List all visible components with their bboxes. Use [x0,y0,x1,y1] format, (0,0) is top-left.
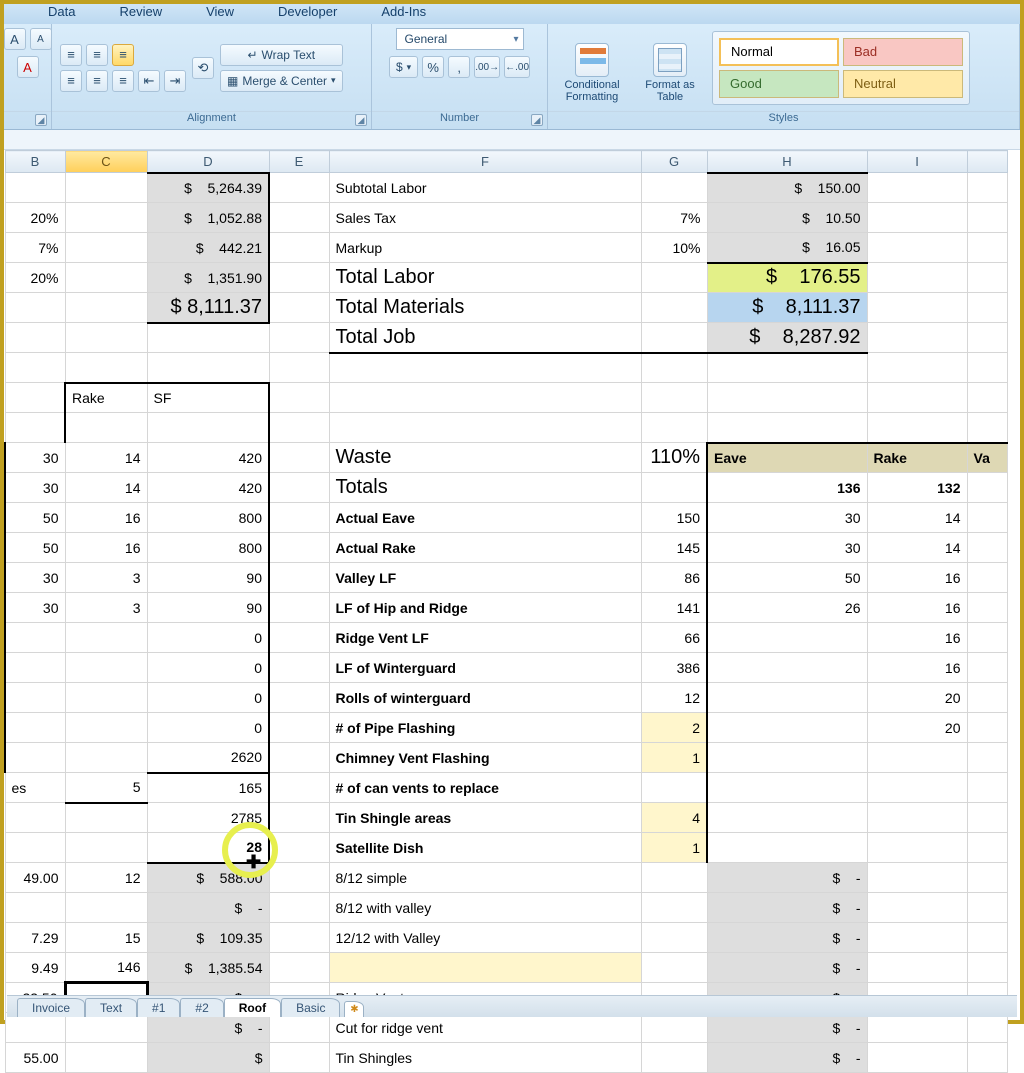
column-header-H[interactable]: H [707,151,867,173]
conditional-formatting-button[interactable]: Conditional Formatting [556,32,628,104]
menu-bar: Data Review View Developer Add-Ins [4,4,1020,24]
style-bad[interactable]: Bad [843,38,963,66]
sheet-tab-roof[interactable]: Roof [224,998,281,1017]
style-neutral[interactable]: Neutral [843,70,963,98]
align-right-button[interactable]: ≡ [112,70,134,92]
chevron-down-icon: ▾ [513,34,518,45]
group-label-alignment: Alignment [187,112,236,124]
group-label-styles: Styles [769,112,799,124]
merge-center-button[interactable]: ▦Merge & Center▾ [220,70,343,92]
sheet-tab-invoice[interactable]: Invoice [17,998,85,1017]
align-center-button[interactable]: ≡ [86,70,108,92]
menu-addins[interactable]: Add-Ins [381,4,426,24]
shrink-font-button[interactable]: A [30,28,52,50]
column-header-F[interactable]: F [329,151,641,173]
menu-review[interactable]: Review [119,4,162,24]
grow-font-button[interactable]: A [4,28,26,50]
sheet-tab-bar: InvoiceText#1#2RoofBasic [7,995,1017,1017]
wrap-text-icon: ↵ [247,48,257,62]
menu-developer[interactable]: Developer [278,4,337,24]
increase-decimal-button[interactable]: .00→ [474,56,500,78]
number-launcher-icon[interactable]: ◢ [531,114,543,126]
percent-format-button[interactable]: % [422,56,444,78]
merge-icon: ▦ [227,74,238,88]
menu-data[interactable]: Data [48,4,75,24]
column-header-E[interactable]: E [269,151,329,173]
column-header-B[interactable]: B [5,151,65,173]
alignment-launcher-icon[interactable]: ◢ [355,114,367,126]
wrap-text-button[interactable]: ↵Wrap Text [220,44,343,66]
sheet-tab-#2[interactable]: #2 [180,998,223,1017]
insert-sheet-button[interactable] [344,1001,364,1017]
font-color-button[interactable]: A [17,56,39,78]
style-good[interactable]: Good [719,70,839,98]
format-as-table-button[interactable]: Format as Table [634,32,706,104]
align-top-button[interactable]: ≡ [60,44,82,66]
cell-styles-gallery[interactable]: Normal Bad Good Neutral [712,31,970,105]
decrease-decimal-button[interactable]: ←.00 [504,56,530,78]
column-header-G[interactable]: G [641,151,707,173]
sheet-tab-basic[interactable]: Basic [281,998,340,1017]
accounting-format-button[interactable]: $▾ [389,56,418,78]
column-header-I[interactable]: I [867,151,967,173]
worksheet-grid[interactable]: BCDEFGHI$ 5,264.39Subtotal Labor$ 150.00… [4,150,1020,1073]
comma-format-button[interactable]: , [448,56,470,78]
ribbon: AA A ◢ ≡ ≡ ≡ ≡ ≡ ≡ ⇤ ⇥ ⟲ [4,24,1020,130]
format-as-table-icon [653,43,687,77]
decrease-indent-button[interactable]: ⇤ [138,70,160,92]
align-left-button[interactable]: ≡ [60,70,82,92]
increase-indent-button[interactable]: ⇥ [164,70,186,92]
orientation-button[interactable]: ⟲ [192,57,214,79]
group-label-number: Number [440,112,479,124]
menu-view[interactable]: View [206,4,234,24]
style-normal[interactable]: Normal [719,38,839,66]
column-header-J[interactable] [967,151,1007,173]
align-bottom-button[interactable]: ≡ [112,44,134,66]
font-launcher-icon[interactable]: ◢ [35,114,47,126]
align-middle-button[interactable]: ≡ [86,44,108,66]
conditional-formatting-icon [575,43,609,77]
number-format-combo[interactable]: General▾ [396,28,524,50]
sheet-tab-#1[interactable]: #1 [137,998,180,1017]
sheet-tab-text[interactable]: Text [85,998,137,1017]
column-header-D[interactable]: D [147,151,269,173]
column-header-C[interactable]: C [65,151,147,173]
